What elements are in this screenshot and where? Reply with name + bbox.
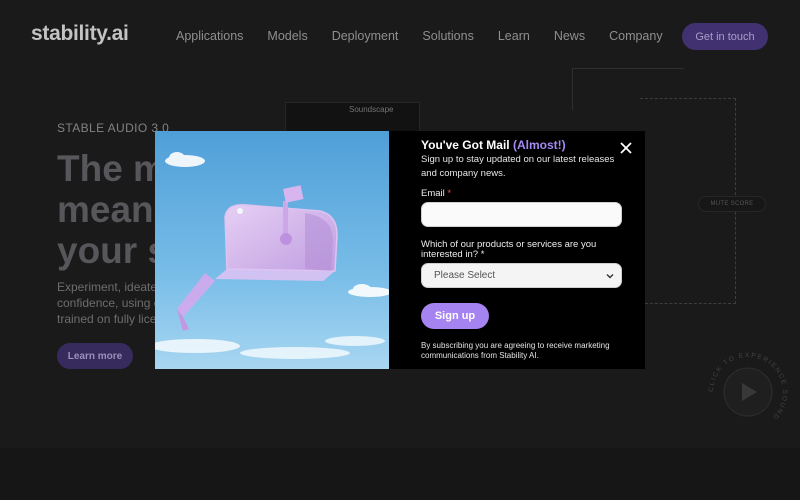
- modal-title-main: You've Got Mail: [421, 138, 510, 152]
- email-label: Email *: [421, 188, 631, 199]
- required-mark: *: [480, 249, 485, 260]
- marketing-disclaimer: By subscribing you are agreeing to recei…: [421, 341, 610, 360]
- newsletter-form: You've Got Mail (Almost!) Sign up to sta…: [389, 131, 645, 369]
- mailbox-illustration: [155, 131, 389, 369]
- modal-title-accent: (Almost!): [512, 138, 566, 152]
- modal-title: You've Got Mail (Almost!): [421, 138, 631, 152]
- products-label: Which of our products or services are yo…: [421, 240, 621, 260]
- email-label-text: Email: [421, 188, 445, 199]
- products-select-value: Please Select: [434, 270, 496, 281]
- required-mark: *: [447, 188, 452, 199]
- products-label-text: Which of our products or services are yo…: [421, 239, 597, 260]
- products-select[interactable]: Please Select: [421, 263, 622, 288]
- modal-description: Sign up to stay updated on our latest re…: [421, 154, 615, 179]
- close-button[interactable]: [619, 141, 633, 155]
- close-icon: [620, 142, 632, 154]
- sign-up-button[interactable]: Sign up: [421, 303, 489, 329]
- chevron-down-icon: [606, 274, 614, 279]
- newsletter-modal: You've Got Mail (Almost!) Sign up to sta…: [155, 131, 645, 369]
- email-field[interactable]: [421, 202, 622, 227]
